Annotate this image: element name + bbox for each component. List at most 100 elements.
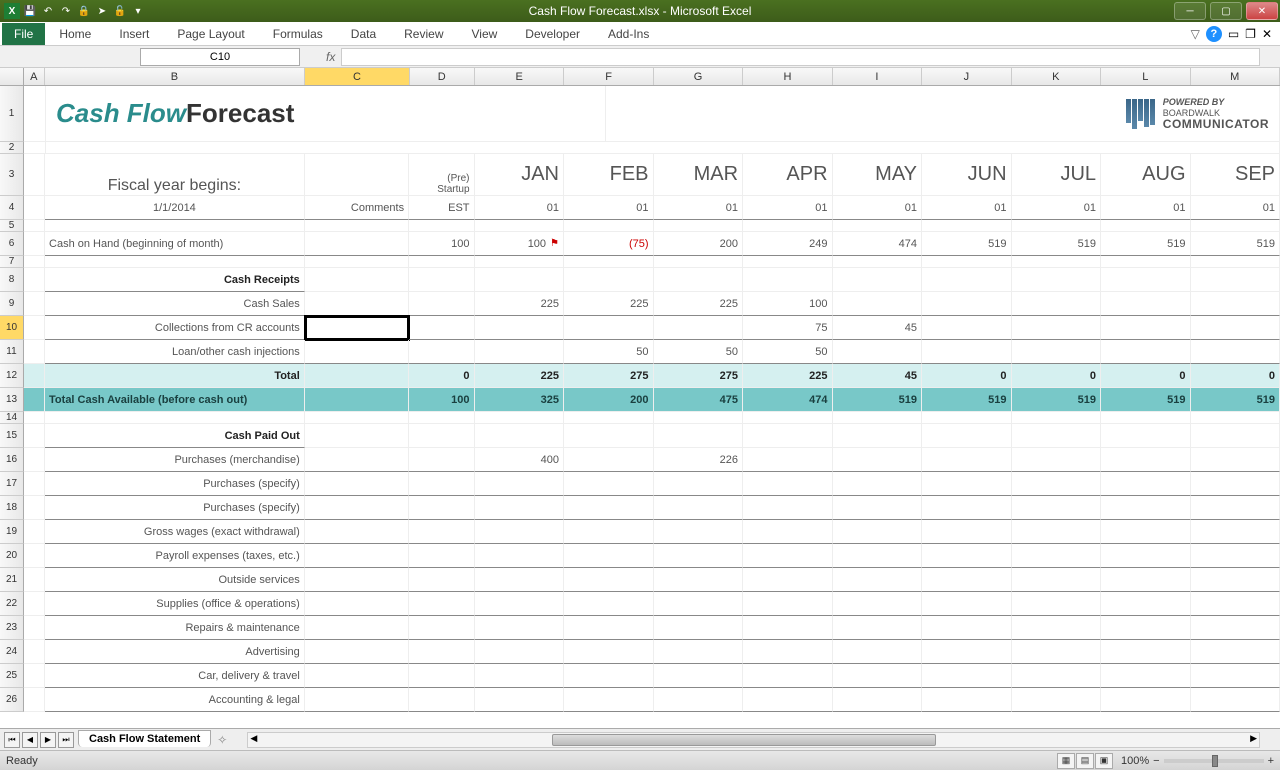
cell[interactable]: 519 <box>922 388 1012 412</box>
cell[interactable] <box>1101 412 1191 424</box>
cell[interactable] <box>1191 292 1280 316</box>
cell[interactable] <box>24 616 45 640</box>
cell[interactable]: 0 <box>1101 364 1191 388</box>
cell[interactable] <box>409 616 474 640</box>
col-header[interactable]: M <box>1191 68 1280 85</box>
cell[interactable]: 225 <box>475 364 565 388</box>
cell[interactable] <box>743 688 833 712</box>
tab-page-layout[interactable]: Page Layout <box>163 23 258 45</box>
cell[interactable] <box>409 496 474 520</box>
cell[interactable] <box>833 544 923 568</box>
cell[interactable] <box>654 412 744 424</box>
cell[interactable] <box>564 412 654 424</box>
cell[interactable] <box>564 496 654 520</box>
row-header[interactable]: 1 <box>0 86 24 142</box>
cell[interactable] <box>24 496 45 520</box>
col-header[interactable]: H <box>743 68 832 85</box>
cell[interactable] <box>922 268 1012 292</box>
cell[interactable] <box>409 424 474 448</box>
cell[interactable] <box>305 592 409 616</box>
view-page-break-icon[interactable]: ▣ <box>1095 753 1113 769</box>
row-header[interactable]: 14 <box>0 412 24 424</box>
qat-more-icon[interactable]: ▾ <box>130 3 146 19</box>
cell[interactable] <box>305 388 409 412</box>
row-header[interactable]: 8 <box>0 268 24 292</box>
cell[interactable] <box>1012 544 1102 568</box>
cell[interactable] <box>654 640 744 664</box>
cell[interactable] <box>305 232 409 256</box>
cell[interactable] <box>475 592 565 616</box>
workbook-minimize-icon[interactable]: ▭ <box>1228 27 1239 41</box>
cell[interactable]: 01 <box>564 196 654 220</box>
cell[interactable]: Car, delivery & travel <box>45 664 305 688</box>
cell[interactable] <box>24 640 45 664</box>
cell[interactable]: Cash Paid Out <box>45 424 305 448</box>
cell[interactable]: 0 <box>1012 364 1102 388</box>
help-icon[interactable]: ? <box>1206 26 1222 42</box>
cell[interactable] <box>1101 688 1191 712</box>
cell[interactable] <box>1012 448 1102 472</box>
cell[interactable] <box>1012 472 1102 496</box>
cell[interactable] <box>409 640 474 664</box>
cell[interactable] <box>564 592 654 616</box>
col-header[interactable]: E <box>475 68 564 85</box>
cell[interactable]: Fiscal year begins: <box>45 154 305 196</box>
cell[interactable] <box>922 688 1012 712</box>
cell[interactable] <box>654 664 744 688</box>
row-header[interactable]: 25 <box>0 664 24 688</box>
cell[interactable] <box>1012 268 1102 292</box>
cell[interactable] <box>833 448 923 472</box>
cell[interactable]: Repairs & maintenance <box>45 616 305 640</box>
cell[interactable] <box>1191 592 1280 616</box>
cell[interactable] <box>305 316 409 340</box>
lock-icon[interactable]: 🔒 <box>76 3 92 19</box>
cell[interactable] <box>922 664 1012 688</box>
tab-formulas[interactable]: Formulas <box>259 23 337 45</box>
cell[interactable] <box>743 616 833 640</box>
row-header[interactable]: 11 <box>0 340 24 364</box>
cell[interactable]: Collections from CR accounts <box>45 316 305 340</box>
cell[interactable]: 474 <box>833 232 923 256</box>
cell[interactable] <box>833 220 923 232</box>
cell[interactable] <box>743 568 833 592</box>
tab-nav-first-icon[interactable]: ⏮ <box>4 732 20 748</box>
col-header[interactable]: F <box>564 68 653 85</box>
cell[interactable] <box>833 256 923 268</box>
cell[interactable] <box>833 268 923 292</box>
cell[interactable] <box>1012 220 1102 232</box>
row-header[interactable]: 7 <box>0 256 24 268</box>
cell[interactable] <box>24 568 45 592</box>
cell[interactable]: 519 <box>1012 388 1102 412</box>
cell[interactable] <box>24 520 45 544</box>
cell[interactable]: Cash on Hand (beginning of month) <box>45 232 305 256</box>
cell[interactable] <box>922 340 1012 364</box>
undo-icon[interactable]: ↶ <box>40 3 56 19</box>
cell[interactable] <box>1101 544 1191 568</box>
cell[interactable] <box>922 592 1012 616</box>
cell[interactable] <box>833 688 923 712</box>
cell[interactable] <box>1101 220 1191 232</box>
cell[interactable] <box>564 688 654 712</box>
cell[interactable] <box>564 544 654 568</box>
col-header[interactable]: G <box>654 68 743 85</box>
cell[interactable] <box>305 544 409 568</box>
tab-view[interactable]: View <box>458 23 512 45</box>
tab-nav-next-icon[interactable]: ▶ <box>40 732 56 748</box>
cell[interactable] <box>305 292 409 316</box>
cell[interactable] <box>1191 448 1280 472</box>
cell[interactable]: Supplies (office & operations) <box>45 592 305 616</box>
cell[interactable] <box>305 340 409 364</box>
cell[interactable] <box>564 616 654 640</box>
cell[interactable]: 01 <box>1012 196 1102 220</box>
minimize-button[interactable]: ─ <box>1174 2 1206 20</box>
cell[interactable] <box>24 196 45 220</box>
cell[interactable]: Cash Receipts <box>45 268 305 292</box>
cell[interactable] <box>1191 544 1280 568</box>
cell[interactable] <box>1101 592 1191 616</box>
cell[interactable]: 100 <box>743 292 833 316</box>
cell[interactable] <box>409 592 474 616</box>
cell[interactable]: Advertising <box>45 640 305 664</box>
cell[interactable] <box>1012 496 1102 520</box>
cell[interactable] <box>654 520 744 544</box>
cell[interactable]: Comments <box>305 196 409 220</box>
